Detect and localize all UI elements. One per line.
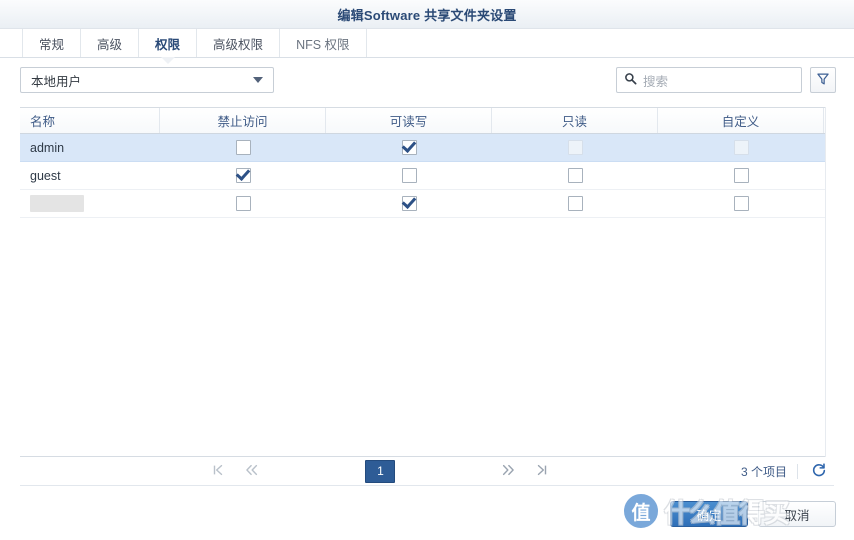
column-header-custom-label: 自定义: [721, 115, 760, 129]
cell-name: admin: [20, 134, 160, 161]
cell-read-only[interactable]: [492, 190, 658, 217]
last-page-button[interactable]: [525, 460, 559, 482]
checkbox-read-only[interactable]: [567, 168, 583, 183]
funnel-icon: [816, 72, 830, 89]
column-header-no-access[interactable]: 禁止访问: [160, 108, 326, 133]
search-icon: [624, 72, 637, 88]
tab-permissions-label: 权限: [155, 37, 181, 52]
table-row[interactable]: guest: [20, 162, 834, 190]
pager-separator: [797, 463, 798, 479]
tab-general[interactable]: 常规: [22, 29, 82, 57]
column-header-read-write[interactable]: 可读写: [326, 108, 492, 133]
user-name-redacted: [30, 195, 84, 212]
page-number-button[interactable]: 1: [365, 459, 396, 483]
dialog-title: 编辑Software 共享文件夹设置: [337, 7, 517, 23]
first-page-button[interactable]: [201, 460, 235, 482]
column-header-read-only-label: 只读: [561, 115, 587, 129]
item-count-label: 3 个项目: [740, 464, 787, 479]
checkbox-custom[interactable]: [733, 196, 749, 211]
checkbox-no-access[interactable]: [235, 196, 251, 211]
chevron-down-icon: [253, 77, 263, 83]
cancel-button[interactable]: 取消: [758, 501, 836, 527]
table-header-row: 名称 禁止访问 可读写 只读 自定义: [20, 108, 834, 134]
ok-button[interactable]: 确定: [670, 501, 748, 527]
checkbox-read-write[interactable]: [401, 196, 417, 211]
checkbox-custom[interactable]: [733, 168, 749, 183]
checkbox-read-write[interactable]: [401, 168, 417, 183]
cell-custom[interactable]: [658, 162, 824, 189]
column-header-name-label: 名称: [30, 115, 56, 129]
column-header-read-write-label: 可读写: [389, 115, 428, 129]
tab-permissions[interactable]: 权限: [139, 29, 198, 64]
cancel-button-label: 取消: [784, 508, 810, 523]
table-pager: 1 3 个项目: [20, 457, 834, 486]
checkbox-read-only: [567, 140, 583, 155]
column-header-custom[interactable]: 自定义: [658, 108, 824, 133]
cell-no-access[interactable]: [160, 134, 326, 161]
tab-advanced-permissions-label: 高级权限: [213, 37, 264, 52]
cell-read-write[interactable]: [326, 162, 492, 189]
tab-bar: 常规 高级 权限 高级权限 NFS 权限: [0, 29, 854, 64]
tab-general-label: 常规: [39, 37, 65, 52]
table-vertical-scrollbar[interactable]: [825, 107, 834, 457]
search-input[interactable]: 搜索: [616, 67, 802, 93]
dialog-titlebar: 编辑Software 共享文件夹设置: [0, 0, 854, 29]
permissions-toolbar: 本地用户 搜索: [0, 58, 854, 102]
tab-advanced-permissions[interactable]: 高级权限: [197, 29, 281, 57]
prev-page-button[interactable]: [235, 460, 269, 482]
cell-custom: [658, 134, 824, 161]
filter-button[interactable]: [810, 67, 836, 93]
cell-read-only: [492, 134, 658, 161]
table-row[interactable]: [20, 190, 834, 218]
table-row[interactable]: admin: [20, 134, 834, 162]
column-header-read-only[interactable]: 只读: [492, 108, 658, 133]
search-placeholder: 搜索: [643, 74, 669, 89]
tab-advanced[interactable]: 高级: [81, 29, 140, 57]
next-page-icon: [500, 463, 516, 480]
permissions-table: 名称 禁止访问 可读写 只读 自定义 admin guest: [20, 107, 834, 457]
cell-custom[interactable]: [658, 190, 824, 217]
cell-read-write[interactable]: [326, 190, 492, 217]
pager-controls: 1: [20, 459, 741, 483]
cell-name: [20, 190, 160, 217]
checkbox-no-access[interactable]: [235, 140, 251, 155]
page-number-label: 1: [377, 464, 384, 478]
pager-status: 3 个项目: [741, 460, 834, 482]
tab-nfs-permissions[interactable]: NFS 权限: [280, 29, 367, 57]
edit-shared-folder-dialog: 编辑Software 共享文件夹设置 常规 高级 权限 高级权限 NFS 权限 …: [0, 0, 854, 540]
next-page-button[interactable]: [491, 460, 525, 482]
column-header-no-access-label: 禁止访问: [217, 115, 268, 129]
user-name: admin: [30, 140, 65, 155]
tab-advanced-label: 高级: [97, 37, 123, 52]
account-type-value: 本地用户: [31, 74, 82, 89]
cell-read-only[interactable]: [492, 162, 658, 189]
user-name: guest: [30, 168, 61, 183]
tab-nfs-permissions-label: NFS 权限: [296, 37, 350, 52]
refresh-icon: [811, 462, 827, 481]
table-body: admin guest: [20, 134, 834, 218]
checkbox-read-write[interactable]: [401, 140, 417, 155]
prev-page-icon: [244, 463, 260, 480]
refresh-button[interactable]: [808, 460, 830, 482]
checkbox-read-only[interactable]: [567, 196, 583, 211]
ok-button-label: 确定: [696, 508, 722, 523]
checkbox-custom: [733, 140, 749, 155]
cell-no-access[interactable]: [160, 190, 326, 217]
cell-no-access[interactable]: [160, 162, 326, 189]
cell-read-write[interactable]: [326, 134, 492, 161]
last-page-icon: [535, 463, 549, 480]
cell-name: guest: [20, 162, 160, 189]
dialog-footer: 确定 取消: [0, 488, 854, 540]
checkbox-no-access[interactable]: [235, 168, 251, 183]
column-header-name[interactable]: 名称: [20, 108, 160, 133]
account-type-dropdown[interactable]: 本地用户: [20, 67, 274, 93]
first-page-icon: [211, 463, 225, 480]
